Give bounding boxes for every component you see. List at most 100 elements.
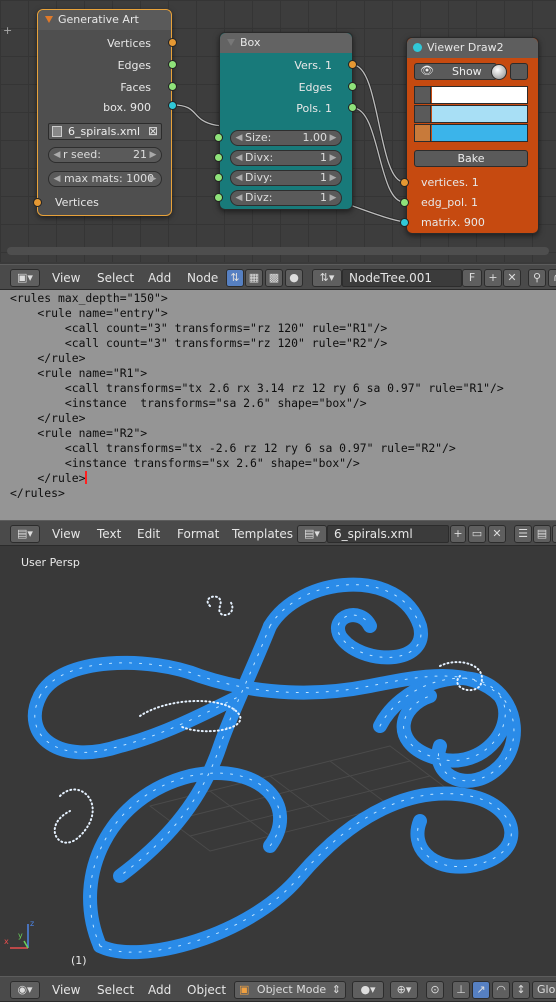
proportional-edit-button[interactable]: ⊙ bbox=[426, 981, 444, 999]
menu-format[interactable]: Format bbox=[177, 527, 219, 541]
edges-output-socket[interactable] bbox=[348, 82, 357, 91]
snap-button[interactable]: ∩ bbox=[548, 269, 556, 287]
translate-manipulator[interactable]: ↗ bbox=[472, 981, 490, 999]
box-node[interactable]: Box Vers. 1 Edges Pols. 1 ◀ Size: 1.00 ▶… bbox=[219, 32, 353, 210]
increment-arrow-icon[interactable]: ▶ bbox=[327, 151, 339, 165]
decrement-arrow-icon[interactable]: ◀ bbox=[233, 191, 245, 205]
text-name-field[interactable]: 6_spirals.xml bbox=[327, 525, 449, 543]
shading-sphere-icon[interactable] bbox=[491, 64, 507, 80]
increment-arrow-icon[interactable]: ▶ bbox=[327, 171, 339, 185]
vers-output-socket[interactable] bbox=[348, 60, 357, 69]
menu-select[interactable]: Select bbox=[97, 271, 134, 285]
text-editor[interactable]: <rules max_depth="150"> <rule name="entr… bbox=[0, 290, 556, 520]
size-field[interactable]: ◀ Size: 1.00 ▶ bbox=[230, 130, 342, 146]
manipulator-toggle[interactable]: ⊥ bbox=[452, 981, 470, 999]
menu-add[interactable]: Add bbox=[148, 271, 171, 285]
node-editor[interactable]: + Generative Art Vertices Edges Faces bo… bbox=[0, 0, 556, 262]
collapse-arrow-icon[interactable] bbox=[227, 39, 235, 46]
mode-select[interactable]: ▣ Object Mode ⇕ bbox=[234, 981, 346, 999]
word-wrap-button[interactable]: ▤ bbox=[533, 525, 551, 543]
unlink-text-button[interactable]: ✕ bbox=[488, 525, 506, 543]
rotate-manipulator[interactable]: ◠ bbox=[492, 981, 510, 999]
scale-manipulator[interactable]: ↕ bbox=[512, 981, 530, 999]
line-numbers-button[interactable]: ☰ bbox=[514, 525, 532, 543]
vertices-input-socket[interactable] bbox=[400, 178, 409, 187]
viewer-draw-node[interactable]: Viewer Draw2 👁 Show Bake vertices. 1 edg… bbox=[406, 37, 539, 234]
xml-file-field[interactable]: 6_spirals.xml ⊠ bbox=[48, 123, 162, 140]
pols-output-socket[interactable] bbox=[348, 103, 357, 112]
decrement-arrow-icon[interactable]: ◀ bbox=[51, 148, 63, 162]
increment-arrow-icon[interactable]: ▶ bbox=[147, 148, 159, 162]
bake-button[interactable]: Bake bbox=[414, 150, 528, 167]
vertices-output-socket[interactable] bbox=[168, 38, 177, 47]
tree-type-compositor-button[interactable]: ▩ bbox=[265, 269, 283, 287]
decrement-arrow-icon[interactable]: ◀ bbox=[233, 131, 245, 145]
menu-templates[interactable]: Templates bbox=[232, 527, 293, 541]
extra-toggle-button[interactable] bbox=[510, 63, 528, 80]
color-swatch-faces[interactable] bbox=[414, 124, 528, 142]
edges-output-socket[interactable] bbox=[168, 60, 177, 69]
new-text-button[interactable]: + bbox=[450, 525, 466, 543]
tree-type-texture-button[interactable]: ▦ bbox=[245, 269, 263, 287]
new-tree-button[interactable]: + bbox=[484, 269, 502, 287]
rseed-field[interactable]: ◀ r seed: 21 ▶ bbox=[48, 147, 162, 163]
divz-input-socket[interactable] bbox=[214, 193, 223, 202]
increment-arrow-icon[interactable]: ▶ bbox=[147, 172, 159, 186]
fake-user-button[interactable]: F bbox=[462, 269, 482, 287]
increment-arrow-icon[interactable]: ▶ bbox=[327, 131, 339, 145]
editor-type-button[interactable]: ◉▾ bbox=[10, 981, 40, 999]
menu-edit[interactable]: Edit bbox=[137, 527, 160, 541]
pin-button[interactable]: ⚲ bbox=[528, 269, 546, 287]
decrement-arrow-icon[interactable]: ◀ bbox=[233, 151, 245, 165]
generative-art-header[interactable]: Generative Art bbox=[38, 10, 171, 30]
orientation-select[interactable]: Glo bbox=[532, 981, 556, 999]
generative-art-node[interactable]: Generative Art Vertices Edges Faces box.… bbox=[37, 9, 172, 216]
edgpol-input-socket[interactable] bbox=[400, 198, 409, 207]
show-toggle[interactable]: 👁 Show bbox=[414, 63, 497, 80]
text-editor-content[interactable]: <rules max_depth="150"> <rule name="entr… bbox=[10, 291, 504, 501]
editor-type-button[interactable]: ▤▾ bbox=[10, 525, 40, 543]
color-swatch-edges[interactable] bbox=[414, 105, 528, 123]
menu-object[interactable]: Object bbox=[187, 983, 226, 997]
divy-input-socket[interactable] bbox=[214, 173, 223, 182]
collapse-arrow-icon[interactable] bbox=[45, 16, 53, 23]
menu-select[interactable]: Select bbox=[97, 983, 134, 997]
tree-type-shader-button[interactable]: ⇅ bbox=[226, 269, 244, 287]
collapse-arrow-icon[interactable] bbox=[413, 43, 422, 52]
size-input-socket[interactable] bbox=[214, 133, 223, 142]
matrix-input-socket[interactable] bbox=[400, 218, 409, 227]
divx-input-socket[interactable] bbox=[214, 153, 223, 162]
divz-field[interactable]: ◀ Divz: 1 ▶ bbox=[230, 190, 342, 206]
tree-type-sphere-button[interactable]: ● bbox=[285, 269, 303, 287]
vertices-input-socket[interactable] bbox=[33, 198, 42, 207]
box-header[interactable]: Box bbox=[220, 33, 352, 53]
decrement-arrow-icon[interactable]: ◀ bbox=[233, 171, 245, 185]
decrement-arrow-icon[interactable]: ◀ bbox=[51, 172, 63, 186]
box-output-socket[interactable] bbox=[168, 101, 177, 110]
shading-select[interactable]: ●▾ bbox=[352, 981, 384, 999]
clear-file-icon[interactable]: ⊠ bbox=[148, 124, 158, 138]
viewer-draw-header[interactable]: Viewer Draw2 bbox=[407, 38, 538, 58]
divy-field[interactable]: ◀ Divy: 1 ▶ bbox=[230, 170, 342, 186]
menu-node[interactable]: Node bbox=[187, 271, 218, 285]
increment-arrow-icon[interactable]: ▶ bbox=[327, 191, 339, 205]
menu-view[interactable]: View bbox=[52, 271, 80, 285]
tree-browse-button[interactable]: ⇅▾ bbox=[312, 269, 342, 287]
3d-viewport[interactable]: z x y User Persp (1) bbox=[0, 546, 556, 976]
menu-add[interactable]: Add bbox=[148, 983, 171, 997]
menu-view[interactable]: View bbox=[52, 983, 80, 997]
faces-output-socket[interactable] bbox=[168, 82, 177, 91]
syntax-highlight-button[interactable]: ▥ bbox=[552, 525, 556, 543]
menu-text[interactable]: Text bbox=[97, 527, 121, 541]
horizontal-scrollbar[interactable] bbox=[7, 247, 549, 255]
divx-field[interactable]: ◀ Divx: 1 ▶ bbox=[230, 150, 342, 166]
node-tree-name-field[interactable]: NodeTree.001 bbox=[342, 269, 462, 287]
max-mats-field[interactable]: ◀ max mats: 1000 ▶ bbox=[48, 171, 162, 187]
pivot-select[interactable]: ⊕▾ bbox=[390, 981, 418, 999]
editor-type-button[interactable]: ▣▾ bbox=[10, 269, 40, 287]
open-text-button[interactable]: ▭ bbox=[468, 525, 486, 543]
color-swatch-vertices[interactable] bbox=[414, 86, 528, 104]
text-browse-button[interactable]: ▤▾ bbox=[297, 525, 327, 543]
menu-view[interactable]: View bbox=[52, 527, 80, 541]
unlink-tree-button[interactable]: ✕ bbox=[503, 269, 521, 287]
